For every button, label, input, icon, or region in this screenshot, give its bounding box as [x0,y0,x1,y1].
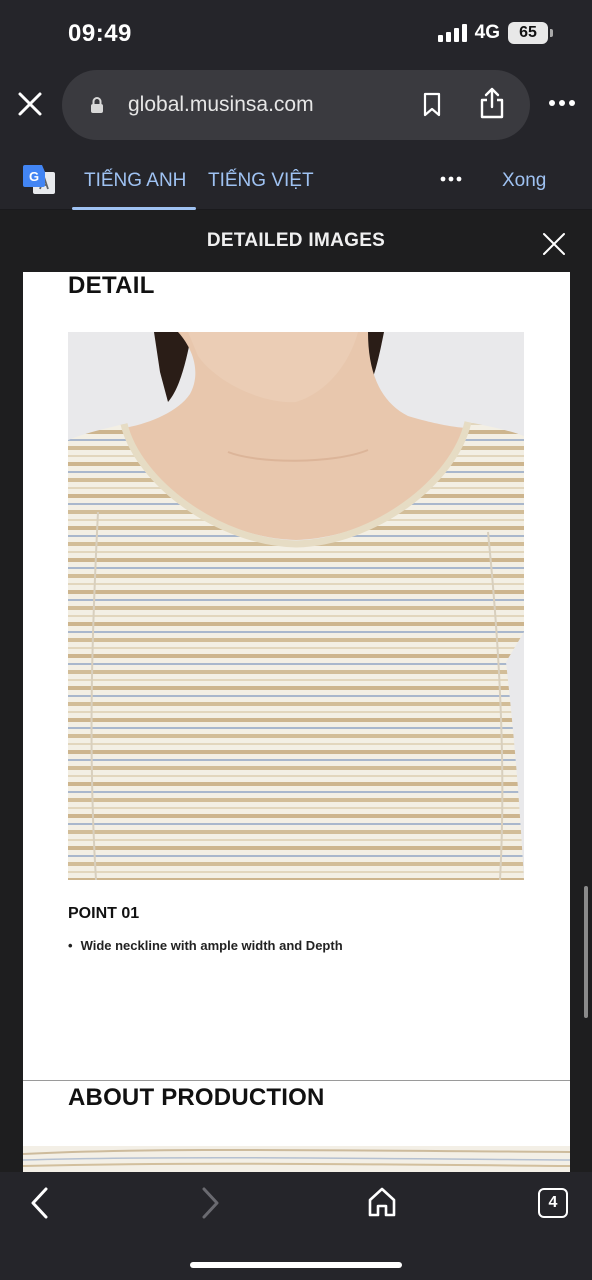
scrollbar[interactable] [584,886,588,1018]
detail-images-viewport[interactable]: DETAIL POINT 01 • Wide neckline with amp… [0,272,592,1172]
status-time: 09:49 [68,20,132,47]
translate-more-icon[interactable] [440,176,462,182]
tab-english[interactable]: TIẾNG ANH [84,170,186,192]
status-bar: 09:49 4G 65 [0,0,592,68]
forward-icon[interactable] [198,1186,222,1220]
bottom-toolbar: 4 [0,1172,592,1280]
network-label: 4G [474,22,500,43]
signal-icon [437,24,467,42]
about-production-heading: ABOUT PRODUCTION [68,1084,325,1111]
tab-count-button[interactable]: 4 [538,1188,568,1218]
detail-heading: DETAIL [68,272,155,299]
modal-close-icon[interactable] [542,232,566,256]
more-icon[interactable] [548,98,576,108]
fabric-photo [23,1146,570,1172]
translate-bar: G TIẾNG ANH TIẾNG VIỆT Xong [0,144,592,210]
battery-icon: 65 [508,22,553,44]
close-icon[interactable] [16,90,44,118]
point-title: POINT 01 [68,905,140,922]
modal-title: DETAILED IMAGES [206,230,386,251]
modal-header: DETAILED IMAGES [0,210,592,272]
google-translate-icon: G [23,165,55,194]
url-text: global.musinsa.com [128,93,314,116]
home-icon[interactable] [366,1186,398,1218]
lock-icon [91,97,103,113]
section-divider [23,1080,570,1081]
back-icon[interactable] [28,1186,52,1220]
browser-toolbar: global.musinsa.com [0,68,592,144]
share-icon[interactable] [478,86,506,120]
point-bullet: • Wide neckline with ample width and Dept… [68,938,343,953]
bullet-mark: • [68,938,73,953]
tab-vietnamese[interactable]: TIẾNG VIỆT [208,170,314,192]
bookmark-icon[interactable] [422,92,442,118]
status-indicators: 4G 65 [437,22,553,44]
home-indicator [190,1262,402,1268]
svg-text:G: G [29,169,39,184]
translate-done-button[interactable]: Xong [502,170,546,192]
point-bullet-text: Wide neckline with ample width and Depth [80,938,343,953]
detail-image-panel: DETAIL POINT 01 • Wide neckline with amp… [23,272,570,1172]
address-bar[interactable]: global.musinsa.com [62,70,530,140]
product-photo [68,332,524,880]
